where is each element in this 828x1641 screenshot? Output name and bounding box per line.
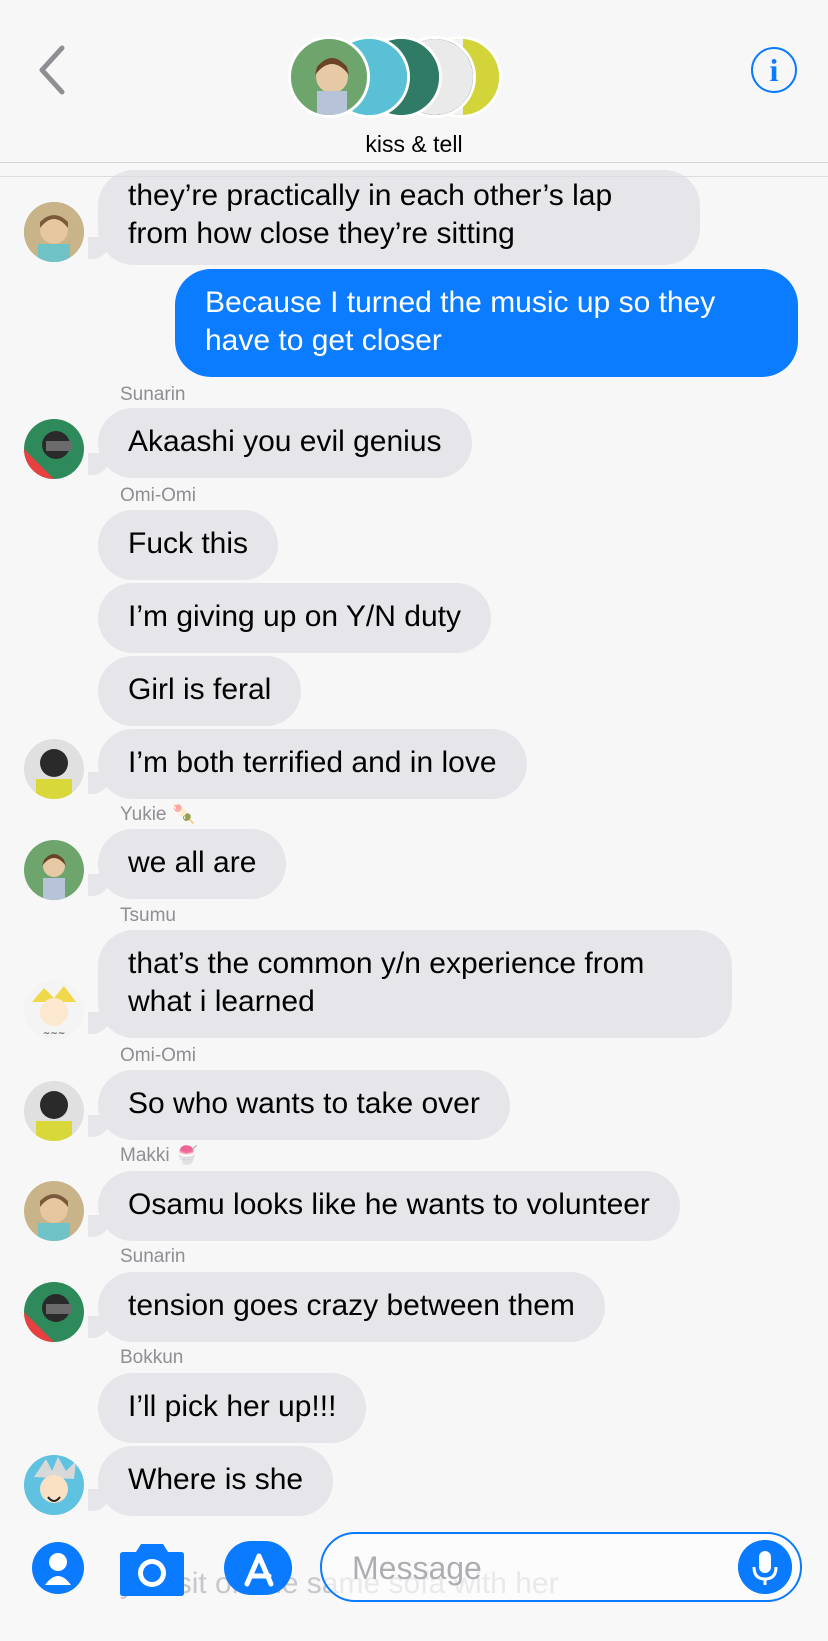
message-bubble: we all are — [98, 829, 287, 899]
avatar — [24, 419, 84, 479]
message-bubble: Akaashi you evil genius — [98, 408, 472, 478]
conversation-title: kiss & tell — [365, 131, 463, 157]
sender-name: Yukie 🍡 — [120, 804, 195, 825]
message-input-placeholder: Message — [352, 1550, 482, 1586]
sender-name: Sunarin — [120, 384, 186, 405]
sender-name: Bokkun — [120, 1347, 184, 1368]
avatar — [24, 1181, 84, 1241]
message-input[interactable]: Message — [320, 1532, 802, 1602]
avatar — [24, 1282, 84, 1342]
camera-icon[interactable] — [119, 1540, 185, 1596]
message-bubble: tension goes crazy between them — [98, 1272, 605, 1342]
avatar — [24, 1081, 84, 1141]
message-bubble: that’s the common y/n experience from wh… — [98, 930, 732, 1038]
message-bubble: I’ll pick her up!!! — [98, 1373, 367, 1443]
avatar — [24, 739, 84, 799]
app-store-icon[interactable] — [223, 1540, 293, 1596]
message-bubble: Fuck this — [98, 510, 279, 580]
message-bubble: So who wants to take over — [98, 1070, 510, 1140]
message-bubble: Where is she — [98, 1446, 334, 1516]
svg-text:~~~: ~~~ — [43, 1029, 66, 1039]
message-bubble: I’m both terrified and in love — [98, 729, 527, 799]
info-icon[interactable]: i — [751, 47, 797, 93]
chevron-left-icon[interactable] — [34, 40, 74, 100]
message-bubble: I’m giving up on Y/N duty — [98, 583, 491, 653]
sender-name: Tsumu — [120, 905, 176, 926]
message-bubble-outgoing: Because I turned the music up so they ha… — [175, 269, 798, 377]
message-bubble: Girl is feral — [98, 656, 302, 726]
message-bubble: Osamu looks like he wants to volunteer — [98, 1171, 680, 1241]
group-avatar-1 — [288, 36, 370, 118]
sender-name: Sunarin — [120, 1246, 186, 1267]
header-divider — [0, 176, 828, 177]
avatar — [24, 1455, 84, 1515]
group-avatar-stack[interactable] — [288, 36, 528, 122]
avatar: ~~~ — [24, 980, 84, 1040]
microphone-icon[interactable] — [738, 1540, 792, 1594]
conversation-header: kiss & tell i — [0, 0, 828, 163]
sender-name: Omi-Omi — [120, 485, 196, 506]
sender-name: Makki 🍧 — [120, 1145, 199, 1166]
message-bubble: they’re practically in each other’s lap … — [98, 170, 700, 265]
sender-name: Omi-Omi — [120, 1045, 196, 1066]
avatar — [24, 840, 84, 900]
contact-icon[interactable] — [31, 1541, 85, 1595]
avatar — [24, 202, 84, 262]
